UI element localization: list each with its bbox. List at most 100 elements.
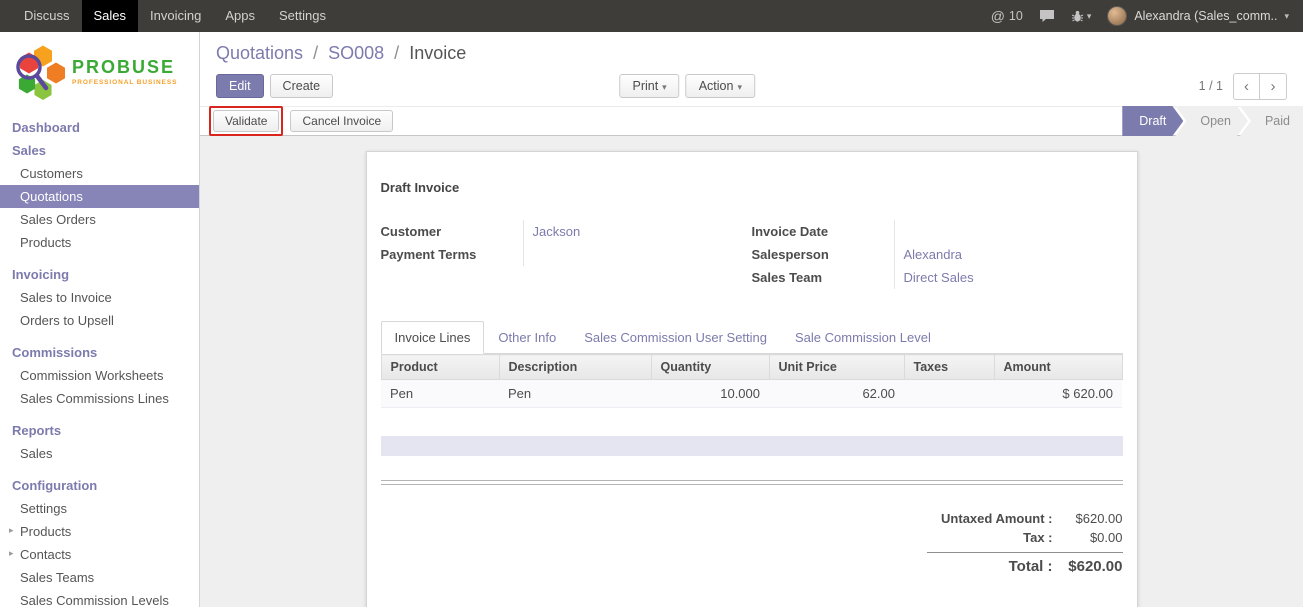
sidebar-section-invoicing: Invoicing Sales to Invoice Orders to Ups… <box>0 263 199 332</box>
cell-unit-price: 62.00 <box>769 380 904 408</box>
totals-separator-line <box>381 484 1123 485</box>
cell-description: Pen <box>499 380 651 408</box>
debug-menu[interactable]: ▾ <box>1071 10 1092 23</box>
control-panel-buttons-row: Edit Create Print▾ Action▾ 1 / 1 ‹ › <box>216 66 1287 106</box>
chevron-down-icon: ▾ <box>737 82 742 92</box>
messages-icon[interactable] <box>1039 9 1055 23</box>
sales-team-value-link[interactable]: Direct Sales <box>904 270 974 285</box>
avatar <box>1107 6 1127 26</box>
customer-value-link[interactable]: Jackson <box>533 224 581 239</box>
sidebar-item-label: Contacts <box>20 547 71 562</box>
sidebar-item-settings[interactable]: Settings <box>0 497 199 520</box>
expand-arrow-icon: ▸ <box>9 548 14 559</box>
total-value: $620.00 <box>1053 558 1123 575</box>
sidebar-heading-reports[interactable]: Reports <box>0 419 199 442</box>
chevron-down-icon: ▾ <box>1087 11 1092 22</box>
table-row[interactable]: Pen Pen 10.000 62.00 $ 620.00 <box>381 380 1122 408</box>
col-header-taxes: Taxes <box>904 355 994 380</box>
tab-sale-commission-level[interactable]: Sale Commission Level <box>781 321 945 354</box>
invoice-date-value <box>894 220 1123 243</box>
sidebar-heading-configuration[interactable]: Configuration <box>0 474 199 497</box>
sidebar-section-commissions: Commissions Commission Worksheets Sales … <box>0 341 199 410</box>
payment-terms-label: Payment Terms <box>381 243 523 266</box>
sidebar-item-reports-sales[interactable]: Sales <box>0 442 199 465</box>
sidebar-item-products[interactable]: Products <box>0 231 199 254</box>
sidebar-item-config-contacts[interactable]: ▸ Contacts <box>0 543 199 566</box>
validate-highlight-annotation: Validate <box>209 106 283 136</box>
status-open[interactable]: Open <box>1175 106 1248 136</box>
topnav-discuss[interactable]: Discuss <box>12 0 82 32</box>
action-dropdown-button[interactable]: Action▾ <box>686 74 755 98</box>
control-panel: Quotations / SO008 / Invoice Edit Create… <box>200 32 1303 106</box>
cancel-invoice-button[interactable]: Cancel Invoice <box>290 110 393 132</box>
mention-count: 10 <box>1009 9 1023 23</box>
invoice-fields: Customer Jackson Payment Terms Invoice D… <box>381 220 1123 289</box>
sidebar-item-orders-to-upsell[interactable]: Orders to Upsell <box>0 309 199 332</box>
customer-label: Customer <box>381 220 523 243</box>
status-draft[interactable]: Draft <box>1122 106 1183 136</box>
untaxed-amount-value: $620.00 <box>1053 511 1123 526</box>
validate-button[interactable]: Validate <box>213 110 279 132</box>
payment-terms-value <box>523 243 752 266</box>
totals-block: Untaxed Amount : $620.00 Tax : $0.00 Tot… <box>927 509 1123 577</box>
pager: 1 / 1 ‹ › <box>1199 73 1287 100</box>
sidebar-item-dashboard[interactable]: Dashboard <box>0 116 199 139</box>
sidebar-section-reports: Reports Sales <box>0 419 199 465</box>
salesperson-value-link[interactable]: Alexandra <box>904 247 963 262</box>
cell-quantity: 10.000 <box>651 380 769 408</box>
edit-button[interactable]: Edit <box>216 74 264 98</box>
topnav-sales[interactable]: Sales <box>82 0 139 32</box>
topnav-settings[interactable]: Settings <box>267 0 338 32</box>
sidebar-section-sales: Sales Customers Quotations Sales Orders … <box>0 139 199 254</box>
topnav-invoicing[interactable]: Invoicing <box>138 0 213 32</box>
bug-icon <box>1071 10 1084 23</box>
action-label: Action <box>699 79 734 93</box>
cell-product: Pen <box>381 380 499 408</box>
expand-arrow-icon: ▸ <box>9 525 14 536</box>
chevron-down-icon: ▾ <box>662 82 667 92</box>
cell-amount: $ 620.00 <box>994 380 1122 408</box>
tab-invoice-lines[interactable]: Invoice Lines <box>381 321 485 354</box>
print-dropdown-button[interactable]: Print▾ <box>619 74 679 98</box>
col-header-amount: Amount <box>994 355 1122 380</box>
at-mention-icon: @ <box>991 8 1005 24</box>
salesperson-label: Salesperson <box>752 243 894 266</box>
total-separator-line <box>927 552 1123 553</box>
sidebar-item-sales-teams[interactable]: Sales Teams <box>0 566 199 589</box>
pager-previous-button[interactable]: ‹ <box>1233 73 1260 100</box>
tab-sales-commission-user-setting[interactable]: Sales Commission User Setting <box>570 321 781 354</box>
sidebar-section-configuration: Configuration Settings ▸ Products ▸ Contac… <box>0 474 199 607</box>
untaxed-amount-label: Untaxed Amount : <box>927 511 1053 526</box>
probuse-logo-icon <box>12 44 66 100</box>
sidebar-item-commission-worksheets[interactable]: Commission Worksheets <box>0 364 199 387</box>
create-button[interactable]: Create <box>270 74 334 98</box>
breadcrumb-current: Invoice <box>409 43 466 63</box>
pager-next-button[interactable]: › <box>1260 73 1287 100</box>
sidebar-item-sales-to-invoice[interactable]: Sales to Invoice <box>0 286 199 309</box>
sidebar-heading-commissions[interactable]: Commissions <box>0 341 199 364</box>
mentions-counter[interactable]: @ 10 <box>991 8 1023 24</box>
topbar-right-tools: @ 10 ▾ Alexandra (Sales_comm.. ▾ <box>991 0 1303 32</box>
col-header-description: Description <box>499 355 651 380</box>
sidebar-item-quotations[interactable]: Quotations <box>0 185 199 208</box>
sidebar-item-customers[interactable]: Customers <box>0 162 199 185</box>
status-paid[interactable]: Paid <box>1240 106 1303 136</box>
invoice-date-label: Invoice Date <box>752 220 894 243</box>
sidebar-item-sales-commission-levels[interactable]: Sales Commission Levels <box>0 589 199 607</box>
sales-team-label: Sales Team <box>752 266 894 289</box>
user-menu[interactable]: Alexandra (Sales_comm.. ▾ <box>1107 6 1289 26</box>
tab-other-info[interactable]: Other Info <box>484 321 570 354</box>
fields-right-group: Invoice Date Salesperson Alexandra Sales… <box>752 220 1123 289</box>
breadcrumb-so008[interactable]: SO008 <box>328 43 384 63</box>
sidebar-item-config-products[interactable]: ▸ Products <box>0 520 199 543</box>
breadcrumb: Quotations / SO008 / Invoice <box>216 40 1287 66</box>
col-header-unit-price: Unit Price <box>769 355 904 380</box>
sidebar-item-sales-commissions-lines[interactable]: Sales Commissions Lines <box>0 387 199 410</box>
empty-line-strip <box>381 436 1123 456</box>
sidebar-heading-invoicing[interactable]: Invoicing <box>0 263 199 286</box>
sidebar-heading-sales[interactable]: Sales <box>0 139 199 162</box>
sidebar-item-label: Products <box>20 524 71 539</box>
topnav-apps[interactable]: Apps <box>213 0 267 32</box>
breadcrumb-quotations[interactable]: Quotations <box>216 43 303 63</box>
sidebar-item-sales-orders[interactable]: Sales Orders <box>0 208 199 231</box>
